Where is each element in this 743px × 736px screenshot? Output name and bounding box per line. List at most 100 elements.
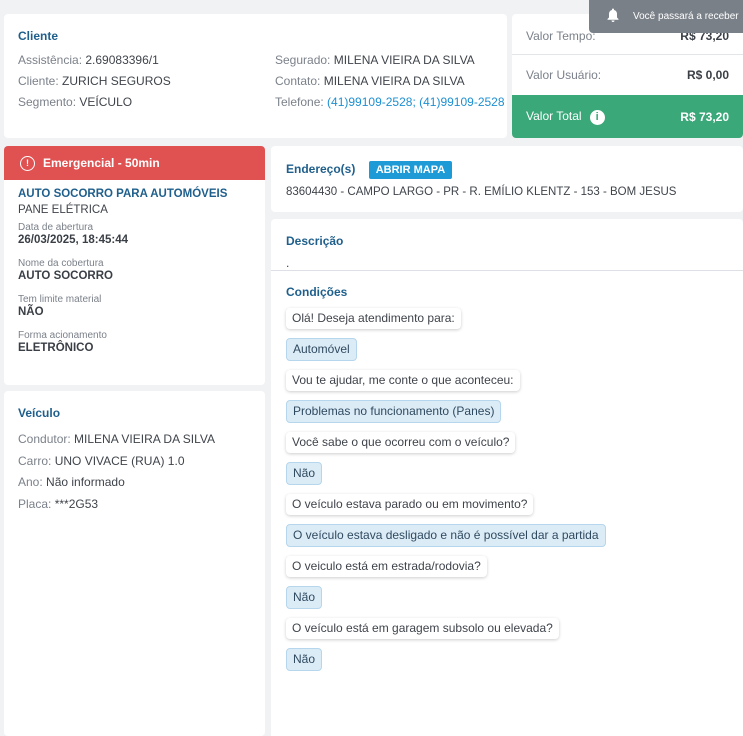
client-value: ZURICH SEGUROS [62, 74, 171, 88]
opening-date-label: Data de abertura [18, 222, 94, 233]
question-row: O veiculo está em estrada/rodovia? [286, 556, 728, 577]
year-value: Não informado [46, 475, 125, 489]
answer-bubble: Automóvel [286, 338, 357, 361]
toast-text: Você passará a receber [633, 11, 739, 22]
client-card: Cliente Assistência: 2.69083396/1 Client… [4, 14, 507, 138]
activation-label: Forma acionamento [18, 330, 107, 341]
question-row: Olá! Deseja atendimento para: [286, 308, 728, 329]
question-row: O veículo estava parado ou em movimento? [286, 494, 728, 515]
value-time-label: Valor Tempo: [526, 29, 596, 43]
client-title: Cliente [18, 29, 59, 43]
question-bubble: Olá! Deseja atendimento para: [286, 308, 461, 329]
car-line: Carro: UNO VIVACE (RUA) 1.0 [18, 451, 251, 473]
value-total-label-group: Valor Total i [526, 109, 605, 125]
coverage-value: AUTO SOCORRO [18, 270, 113, 282]
segment-label: Segmento: [18, 95, 77, 109]
question-bubble: Você sabe o que ocorreu com o veículo? [286, 432, 516, 453]
question-bubble: Vou te ajudar, me conte o que aconteceu: [286, 370, 520, 391]
answer-row: Automóvel [286, 338, 728, 361]
car-value: UNO VIVACE (RUA) 1.0 [54, 453, 185, 468]
service-body: AUTO SOCORRO PARA AUTOMÓVEIS PANE ELÉTRI… [4, 180, 265, 362]
client-line: Cliente: ZURICH SEGUROS [18, 71, 171, 92]
phone-label: Telefone: [275, 95, 324, 109]
material-limit-value: NÃO [18, 306, 44, 318]
answer-bubble: Problemas no funcionamento (Panes) [286, 400, 502, 423]
conditions-title: Condições [286, 285, 348, 299]
value-user-amount: R$ 0,00 [686, 68, 729, 82]
vehicle-title: Veículo [18, 406, 61, 420]
assistance-line: Assistência: 2.69083396/1 [18, 50, 171, 71]
description-card: Descrição . Condições Olá! Deseja atendi… [271, 219, 743, 736]
activation-value: ELETRÔNICO [18, 342, 94, 354]
insured-line: Segurado: MILENA VIEIRA DA SILVA [275, 50, 505, 71]
answer-bubble: O veículo estava desligado e não é possí… [286, 524, 606, 547]
emergency-banner: ! Emergencial - 50min [4, 146, 265, 180]
client-left-column: Assistência: 2.69083396/1 Cliente: ZURIC… [18, 50, 171, 113]
contact-line: Contato: MILENA VIEIRA DA SILVA [275, 71, 505, 92]
question-bubble: O veículo estava parado ou em movimento? [286, 494, 534, 515]
conditions-section: Condições Olá! Deseja atendimento para: A… [271, 271, 743, 685]
answer-row: Não [286, 586, 728, 609]
year-label: Ano: [18, 475, 43, 489]
car-label: Carro: [18, 453, 52, 468]
year-line: Ano: Não informado [18, 472, 251, 494]
insured-value: MILENA VIEIRA DA SILVA [333, 53, 475, 67]
answer-row: O veículo estava desligado e não é possí… [286, 524, 728, 547]
answer-row: Não [286, 462, 728, 485]
service-subtitle: PANE ELÉTRICA [18, 204, 108, 216]
alert-icon: ! [20, 155, 35, 171]
value-total-amount: R$ 73,20 [680, 110, 729, 124]
vehicle-card: Veículo Condutor: MILENA VIEIRA DA SILVA… [4, 391, 265, 736]
segment-line: Segmento: VEÍCULO [18, 92, 171, 113]
value-total-row: Valor Total i R$ 73,20 [512, 95, 743, 138]
value-total-label: Valor Total [526, 109, 582, 123]
answer-bubble: Não [286, 648, 323, 671]
info-icon[interactable]: i [589, 110, 605, 125]
plate-line: Placa: ***2G53 [18, 494, 251, 516]
value-user-label: Valor Usuário: [526, 68, 602, 82]
notification-toast[interactable]: Você passará a receber [589, 0, 743, 33]
client-right-column: Segurado: MILENA VIEIRA DA SILVA Contato… [275, 50, 505, 113]
plate-label: Placa: [18, 496, 52, 511]
segment-value: VEÍCULO [79, 95, 133, 109]
assistance-value: 2.69083396/1 [85, 53, 159, 67]
phone-link[interactable]: (41)99109-2528; (41)99109-2528 [327, 95, 504, 109]
conditions-chat: Olá! Deseja atendimento para: Automóvel Vo… [286, 308, 728, 671]
coverage-label: Nome da cobertura [18, 258, 104, 269]
address-header: Endereço(s) ABRIR MAPA [286, 161, 728, 179]
contact-value: MILENA VIEIRA DA SILVA [323, 74, 465, 88]
values-divider [512, 54, 743, 55]
question-bubble: O veiculo está em estrada/rodovia? [286, 556, 487, 577]
client-label: Cliente: [18, 74, 59, 88]
question-row: O veículo está em garagem subsolo ou ele… [286, 618, 728, 639]
address-title: Endereço(s) [286, 162, 356, 176]
question-row: Você sabe o que ocorreu com o veículo? [286, 432, 728, 453]
bell-icon [607, 8, 619, 25]
driver-line: Condutor: MILENA VIEIRA DA SILVA [18, 429, 251, 451]
phone-line: Telefone: (41)99109-2528; (41)99109-2528 [275, 92, 505, 113]
answer-row: Problemas no funcionamento (Panes) [286, 400, 728, 423]
plate-value: ***2G53 [54, 496, 99, 511]
answer-row: Não [286, 648, 728, 671]
service-card: ! Emergencial - 50min AUTO SOCORRO PARA … [4, 146, 265, 385]
service-title: AUTO SOCORRO PARA AUTOMÓVEIS [18, 188, 228, 200]
insured-label: Segurado: [275, 53, 331, 67]
assistance-label: Assistência: [18, 53, 83, 67]
description-title: Descrição [286, 234, 344, 248]
value-user-row: Valor Usuário: R$ 0,00 [512, 65, 743, 85]
description-section: Descrição . [271, 219, 743, 271]
emergency-text: Emergencial - 50min [43, 156, 160, 170]
opening-date-value: 26/03/2025, 18:45:44 [18, 234, 128, 246]
material-limit-label: Tem limite material [18, 294, 102, 305]
answer-bubble: Não [286, 462, 323, 485]
answer-bubble: Não [286, 586, 323, 609]
question-bubble: O veículo está em garagem subsolo ou ele… [286, 618, 559, 639]
address-text: 83604430 - CAMPO LARGO - PR - R. EMÍLIO … [286, 186, 677, 198]
driver-value: MILENA VIEIRA DA SILVA [74, 432, 215, 446]
question-row: Vou te ajudar, me conte o que aconteceu: [286, 370, 728, 391]
address-card: Endereço(s) ABRIR MAPA 83604430 - CAMPO … [271, 146, 743, 212]
description-text: . [286, 256, 290, 270]
driver-label: Condutor: [18, 432, 71, 446]
contact-label: Contato: [275, 74, 321, 88]
open-map-button[interactable]: ABRIR MAPA [368, 161, 453, 179]
